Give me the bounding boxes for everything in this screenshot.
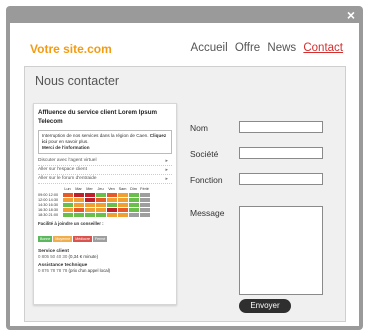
alert-text-2: pour en savoir plus. bbox=[48, 139, 89, 144]
function-field[interactable] bbox=[239, 173, 323, 185]
message-label: Message bbox=[190, 208, 225, 218]
grid-row: 18:30 21:00 bbox=[38, 211, 151, 218]
service-alert: Interruption de nos services dans la rég… bbox=[38, 130, 172, 154]
legend: Bonne Moyenne Médiocre Fermé bbox=[38, 227, 172, 245]
grid-time: 18:30 21:00 bbox=[38, 212, 59, 217]
nav-offre[interactable]: Offre bbox=[235, 42, 260, 54]
nav-contact[interactable]: Contact bbox=[303, 42, 343, 54]
grid-cell bbox=[94, 211, 107, 218]
grid-cell bbox=[127, 211, 140, 218]
legend-item: Fermé bbox=[92, 235, 108, 242]
service-phone: 0 805 50 40 30 (0,34 € minute) bbox=[38, 253, 99, 259]
link-forum[interactable]: Aller sur le forum d'entraide ▸ bbox=[38, 175, 172, 184]
alert-thanks: Merci de l'information bbox=[42, 145, 90, 150]
nav-accueil[interactable]: Accueil bbox=[191, 42, 228, 54]
name-label: Nom bbox=[190, 123, 208, 133]
grid-cell bbox=[105, 211, 118, 218]
contact-panel: Nous contacter Affluence du service clie… bbox=[24, 66, 346, 322]
alert-text: Interruption de nos services dans la rég… bbox=[42, 133, 149, 138]
grid-cell bbox=[61, 211, 74, 218]
availability-grid: Lun Mar Mer Jeu Ven Sam Dim Férié 09:00 12:00 12… bbox=[38, 187, 151, 218]
legend-title: Facilité à joindre un conseiller : bbox=[38, 220, 104, 226]
arrow-right-icon: ▸ bbox=[165, 167, 168, 173]
legend-item: Bonne bbox=[38, 235, 53, 242]
grid-cell bbox=[83, 211, 96, 218]
panel-title: Nous contacter bbox=[35, 74, 120, 88]
link-client-space[interactable]: Aller sur l'espace client ▸ bbox=[38, 166, 172, 175]
arrow-right-icon: ▸ bbox=[165, 176, 168, 182]
company-field[interactable] bbox=[239, 147, 323, 159]
grid-cell bbox=[116, 211, 129, 218]
legend-item: Médiocre bbox=[73, 235, 92, 242]
service-card: Affluence du service client Lorem Ipsum … bbox=[33, 103, 177, 305]
main-nav: Accueil Offre News Contact bbox=[187, 42, 343, 54]
message-textarea[interactable] bbox=[239, 206, 323, 295]
nav-news[interactable]: News bbox=[267, 42, 296, 54]
grid-cell bbox=[138, 211, 151, 218]
link-virtual-agent[interactable]: Discuter avec l'agent virtuel ▸ bbox=[38, 157, 172, 166]
send-button[interactable]: Envoyer bbox=[239, 299, 291, 313]
arrow-right-icon: ▸ bbox=[165, 158, 168, 164]
card-links: Discuter avec l'agent virtuel ▸ Aller sur… bbox=[38, 157, 172, 184]
function-label: Fonction bbox=[190, 175, 223, 185]
grid-cell bbox=[72, 211, 85, 218]
site-header: Votre site.com Accueil Offre News Contac… bbox=[10, 23, 359, 63]
name-field[interactable] bbox=[239, 121, 323, 133]
window: × Votre site.com Accueil Offre News Cont… bbox=[6, 6, 363, 330]
tech-phone: 0 876 78 78 78 (prix d'un appel local) bbox=[38, 267, 111, 273]
company-label: Société bbox=[190, 149, 219, 159]
site-logo[interactable]: Votre site.com bbox=[30, 42, 112, 56]
legend-item: Moyenne bbox=[53, 235, 73, 242]
page-frame: Votre site.com Accueil Offre News Contac… bbox=[10, 23, 359, 326]
card-title: Affluence du service client Lorem Ipsum … bbox=[38, 109, 157, 125]
close-icon[interactable]: × bbox=[345, 8, 357, 22]
